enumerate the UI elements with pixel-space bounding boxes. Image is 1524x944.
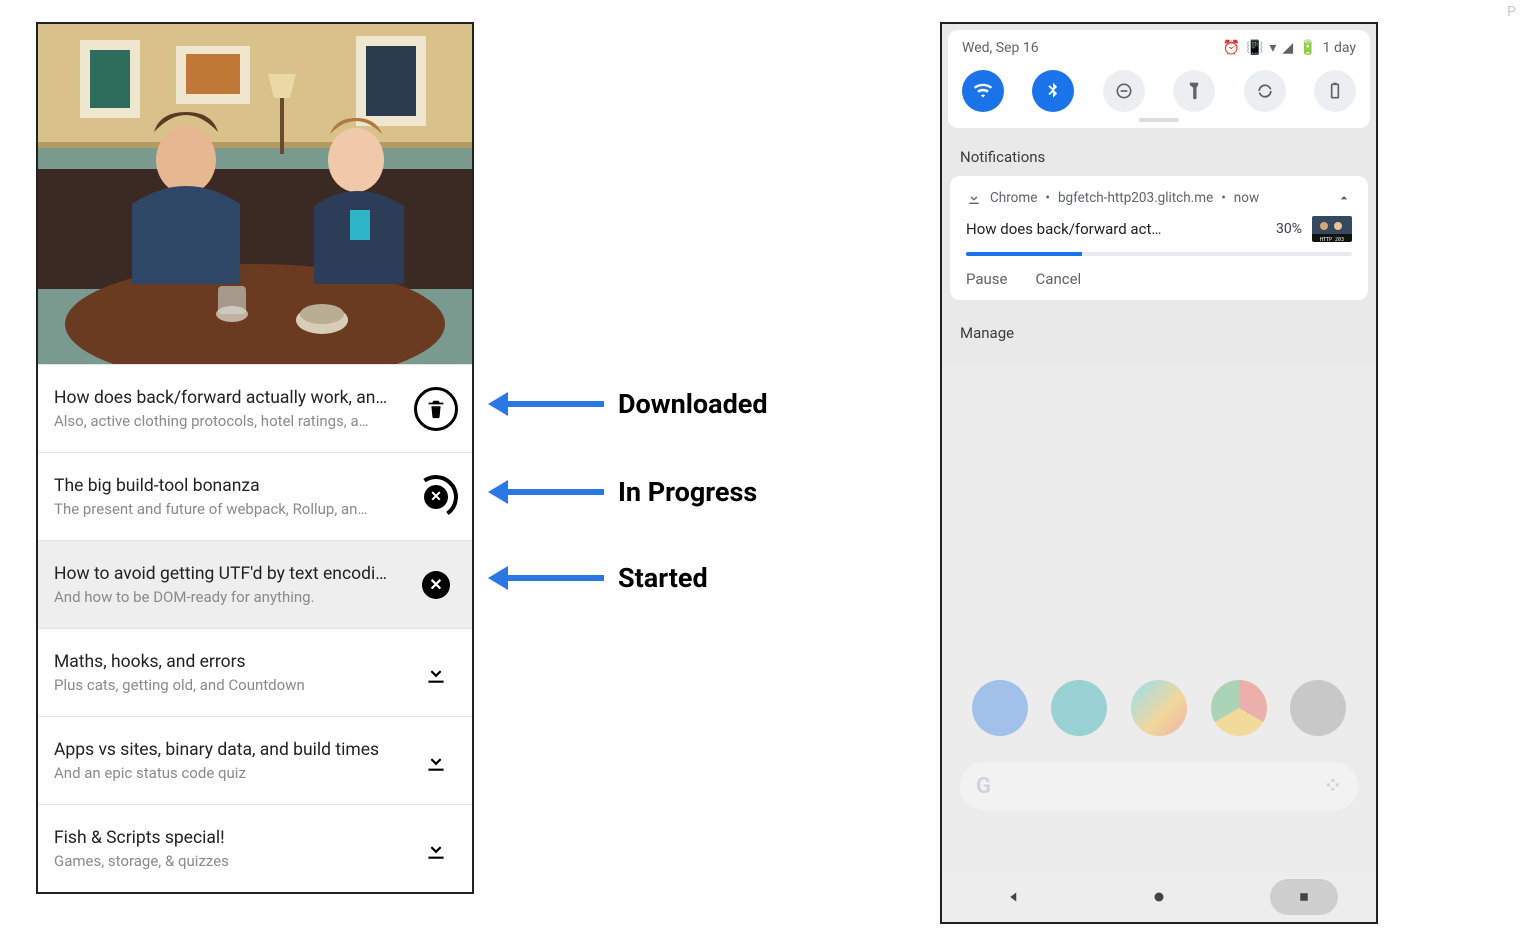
nav-back-button[interactable]: [980, 879, 1048, 915]
battery-text: 1 day: [1323, 40, 1356, 56]
play-store-icon: [1131, 680, 1187, 736]
notif-separator: •: [1221, 190, 1226, 206]
episode-subtitle: And an epic status code quiz: [54, 764, 404, 782]
notif-app-name: Chrome: [990, 190, 1037, 206]
dnd-icon: [1114, 81, 1134, 101]
battery-icon: 🔋: [1299, 40, 1316, 56]
android-nav-bar: [942, 872, 1376, 922]
annotation-started: Started: [488, 562, 708, 594]
notif-source: bgfetch-http203.glitch.me: [1058, 190, 1213, 206]
notif-cancel-button[interactable]: Cancel: [1036, 270, 1082, 288]
download-button[interactable]: [412, 737, 460, 785]
flashlight-icon: [1184, 81, 1204, 101]
episode-row-4[interactable]: Apps vs sites, binary data, and build ti…: [38, 716, 472, 804]
podcast-app-phone: How does back/forward actually work, an……: [36, 22, 474, 894]
annotation-in-progress: In Progress: [488, 476, 757, 508]
qs-drag-handle[interactable]: [1139, 118, 1179, 122]
notif-separator: •: [1045, 190, 1050, 206]
cancel-download-button[interactable]: [412, 561, 460, 609]
annotation-downloaded: Downloaded: [488, 388, 768, 420]
phone-app-icon: [972, 680, 1028, 736]
signal-icon: ◢: [1282, 40, 1293, 56]
download-button[interactable]: [412, 649, 460, 697]
episode-title: Apps vs sites, binary data, and build ti…: [54, 740, 404, 760]
chevron-up-icon[interactable]: [1336, 190, 1352, 206]
qs-wifi-toggle[interactable]: [962, 70, 1004, 112]
notif-time: now: [1234, 190, 1259, 206]
nav-home-button[interactable]: [1125, 879, 1193, 915]
annotation-label: In Progress: [618, 476, 757, 508]
episode-row-0[interactable]: How does back/forward actually work, an……: [38, 364, 472, 452]
notif-progress-fill: [966, 252, 1082, 256]
hero-image: [38, 24, 472, 364]
episode-title: How does back/forward actually work, an…: [54, 388, 404, 408]
qs-battery-saver-toggle[interactable]: [1314, 70, 1356, 112]
notif-percent: 30%: [1276, 221, 1302, 237]
wifi-icon: [973, 81, 993, 101]
annotation-label: Started: [618, 562, 708, 594]
notif-thumbnail: HTTP 203: [1312, 216, 1352, 242]
arrow-icon: [488, 392, 604, 416]
chrome-icon: [1211, 680, 1267, 736]
episode-row-5[interactable]: Fish & Scripts special! Games, storage, …: [38, 804, 472, 892]
manage-notifications-button[interactable]: Manage: [942, 300, 1376, 366]
notifications-header: Notifications: [942, 134, 1376, 176]
google-g-icon: G: [976, 774, 991, 799]
episode-title: Fish & Scripts special!: [54, 828, 404, 848]
qs-autorotate-toggle[interactable]: [1244, 70, 1286, 112]
cropped-letter: P: [1507, 4, 1516, 20]
trash-icon: [414, 387, 458, 431]
vibrate-icon: 📳: [1246, 40, 1263, 56]
bluetooth-icon: [1043, 81, 1063, 101]
messages-app-icon: [1051, 680, 1107, 736]
download-icon: [423, 660, 449, 686]
download-notification[interactable]: Chrome • bgfetch-http203.glitch.me • now…: [950, 176, 1368, 300]
download-icon: [423, 748, 449, 774]
qs-flashlight-toggle[interactable]: [1173, 70, 1215, 112]
episode-title: How to avoid getting UTF'd by text encod…: [54, 564, 404, 584]
episode-list: How does back/forward actually work, an……: [38, 364, 472, 892]
rotate-icon: [1255, 81, 1275, 101]
qs-dnd-toggle[interactable]: [1103, 70, 1145, 112]
assistant-icon: ⁘: [1324, 774, 1342, 799]
episode-row-3[interactable]: Maths, hooks, and errors Plus cats, gett…: [38, 628, 472, 716]
notif-pause-button[interactable]: Pause: [966, 270, 1008, 288]
camera-icon: [1290, 680, 1346, 736]
episode-subtitle: Plus cats, getting old, and Countdown: [54, 676, 404, 694]
episode-subtitle: The present and future of webpack, Rollu…: [54, 500, 404, 518]
episode-subtitle: Also, active clothing protocols, hotel r…: [54, 412, 404, 430]
alarm-icon: ⏰: [1223, 40, 1240, 56]
home-screen-backdrop: G ⁘: [942, 366, 1376, 872]
episode-row-2[interactable]: How to avoid getting UTF'd by text encod…: [38, 540, 472, 628]
episode-subtitle: Games, storage, & quizzes: [54, 852, 404, 870]
svg-text:HTTP 203: HTTP 203: [1320, 237, 1344, 242]
episode-subtitle: And how to be DOM-ready for anything.: [54, 588, 404, 606]
status-icons: ⏰ 📳 ▾ ◢ 🔋 1 day: [1223, 40, 1357, 56]
notif-title: How does back/forward act…: [966, 220, 1266, 238]
arrow-icon: [488, 566, 604, 590]
delete-download-button[interactable]: [412, 385, 460, 433]
arrow-icon: [488, 480, 604, 504]
status-date: Wed, Sep 16: [962, 40, 1039, 56]
download-button[interactable]: [412, 825, 460, 873]
android-phone: Wed, Sep 16 ⏰ 📳 ▾ ◢ 🔋 1 day: [940, 22, 1378, 924]
progress-spinner-icon: [414, 475, 458, 519]
cancel-download-button[interactable]: [412, 473, 460, 521]
episode-title: Maths, hooks, and errors: [54, 652, 404, 672]
wifi-status-icon: ▾: [1269, 40, 1276, 56]
google-search-bar: G ⁘: [960, 762, 1358, 810]
download-icon: [966, 190, 982, 206]
download-icon: [423, 836, 449, 862]
episode-row-1[interactable]: The big build-tool bonanza The present a…: [38, 452, 472, 540]
cancel-icon: [422, 571, 450, 599]
qs-bluetooth-toggle[interactable]: [1032, 70, 1074, 112]
nav-recents-button[interactable]: [1270, 879, 1338, 915]
annotation-label: Downloaded: [618, 388, 768, 420]
battery-saver-icon: [1325, 81, 1345, 101]
episode-title: The big build-tool bonanza: [54, 476, 404, 496]
notif-progress-bar: [966, 252, 1352, 256]
quick-settings-panel: Wed, Sep 16 ⏰ 📳 ▾ ◢ 🔋 1 day: [948, 30, 1370, 128]
